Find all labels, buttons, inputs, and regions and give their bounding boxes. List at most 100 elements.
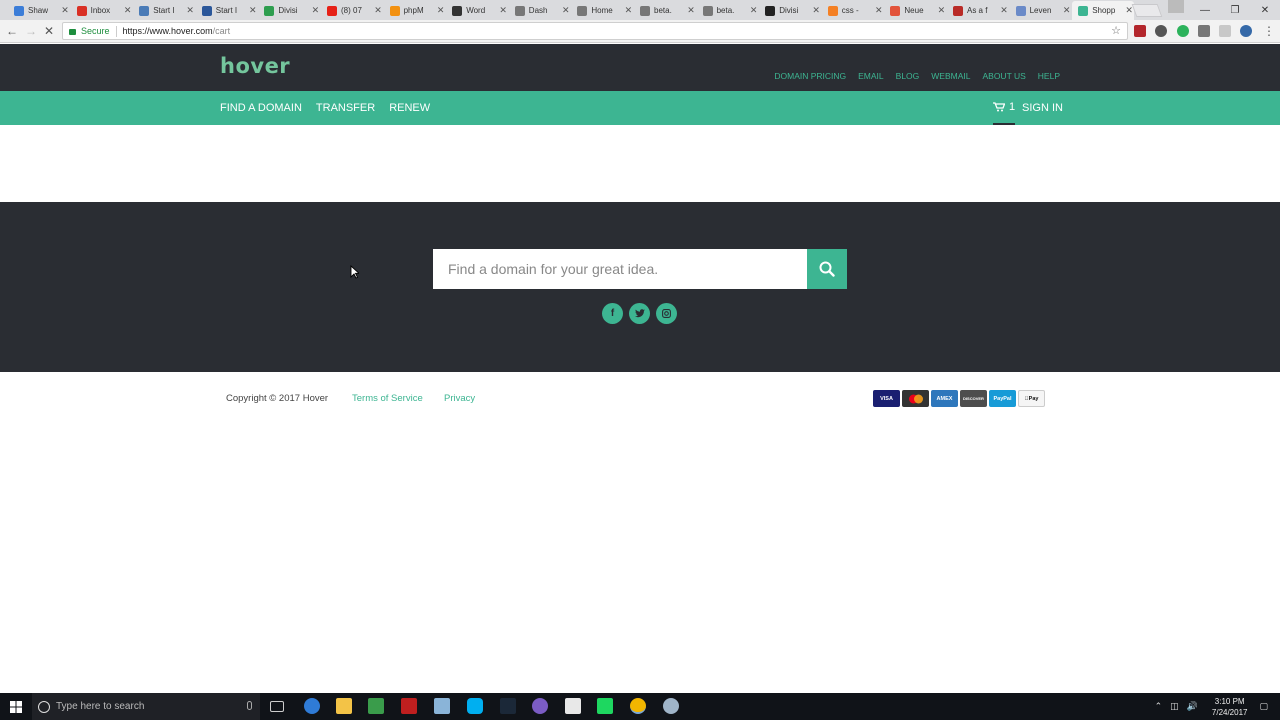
mail-icon[interactable] <box>565 698 581 714</box>
tab-close-icon[interactable]: ✕ <box>436 5 446 16</box>
forward-arrow-icon[interactable]: → <box>24 24 38 38</box>
nav-transfer[interactable]: TRANSFER <box>316 102 375 114</box>
tab-title: (8) 07 <box>341 6 362 15</box>
facebook-icon[interactable]: f <box>602 303 623 324</box>
windows-start-button[interactable] <box>0 693 32 720</box>
link-webmail[interactable]: WEBMAIL <box>931 71 970 81</box>
browser-tab[interactable]: Word ✕ <box>446 1 508 20</box>
browser-tab[interactable]: Shaw ✕ <box>8 1 70 20</box>
extension-gear-icon[interactable] <box>1155 25 1167 37</box>
tab-close-icon[interactable]: ✕ <box>310 5 320 16</box>
close-window-icon[interactable]: ✕ <box>1250 0 1280 20</box>
profile-icon[interactable] <box>1168 0 1184 13</box>
spotify-icon[interactable] <box>597 698 613 714</box>
link-about-us[interactable]: ABOUT US <box>982 71 1025 81</box>
browser-tab[interactable]: Leven ✕ <box>1010 1 1072 20</box>
app-icon-globe[interactable] <box>663 698 679 714</box>
app-icon-purple[interactable] <box>532 698 548 714</box>
notepad-plus-icon[interactable] <box>368 698 384 714</box>
browser-tab[interactable]: phpM ✕ <box>384 1 446 20</box>
tab-close-icon[interactable]: ✕ <box>686 5 696 16</box>
browser-tab[interactable]: Inbox ✕ <box>71 1 133 20</box>
tab-close-icon[interactable]: ✕ <box>373 5 383 16</box>
browser-tab[interactable]: As a f ✕ <box>947 1 1009 20</box>
tab-close-icon[interactable]: ✕ <box>999 5 1009 16</box>
browser-tab[interactable]: css - ✕ <box>822 1 884 20</box>
browser-tab[interactable]: beta. ✕ <box>697 1 759 20</box>
browser-tab[interactable]: Start I ✕ <box>133 1 195 20</box>
restore-icon[interactable]: ❐ <box>1220 0 1250 20</box>
browser-tab[interactable]: Home ✕ <box>571 1 633 20</box>
link-blog[interactable]: BLOG <box>896 71 920 81</box>
tab-title: Shopp <box>1092 6 1116 15</box>
address-bar[interactable]: Secure https://www.hover.com/cart ☆ <box>62 22 1128 40</box>
extension-eyedropper-icon[interactable] <box>1198 25 1210 37</box>
filezilla-icon[interactable] <box>401 698 417 714</box>
steam-icon[interactable] <box>500 698 516 714</box>
tab-close-icon[interactable]: ✕ <box>749 5 759 16</box>
microphone-icon[interactable] <box>247 701 252 710</box>
browser-tab[interactable]: Divisi ✕ <box>759 1 821 20</box>
search-button[interactable] <box>807 249 847 289</box>
taskbar-search-placeholder: Type here to search <box>56 701 145 712</box>
tab-favicon-icon <box>702 5 713 16</box>
skype-icon[interactable] <box>467 698 483 714</box>
bookmark-star-icon[interactable]: ☆ <box>1111 24 1121 37</box>
nav-renew[interactable]: RENEW <box>389 102 430 114</box>
action-center-icon[interactable]: ▢ <box>1259 701 1268 712</box>
stop-loading-icon[interactable]: ✕ <box>42 24 56 38</box>
browser-tab[interactable]: beta. ✕ <box>634 1 696 20</box>
browser-tab[interactable]: Shopp ✕ <box>1072 1 1135 20</box>
link-email[interactable]: EMAIL <box>858 71 884 81</box>
extension-generic-icon[interactable] <box>1219 25 1231 37</box>
tab-close-icon[interactable]: ✕ <box>1062 5 1072 16</box>
chrome-menu-icon[interactable]: ⋮ <box>1262 24 1276 38</box>
new-tab-button[interactable] <box>1131 4 1163 17</box>
browser-tab[interactable]: Divisi ✕ <box>258 1 320 20</box>
extension-grammarly-icon[interactable] <box>1177 25 1189 37</box>
edge-icon[interactable] <box>304 698 320 714</box>
tab-close-icon[interactable]: ✕ <box>185 5 195 16</box>
twitter-icon[interactable] <box>629 303 650 324</box>
tab-close-icon[interactable]: ✕ <box>498 5 508 16</box>
terms-of-service-link[interactable]: Terms of Service <box>352 393 423 404</box>
extension-shield-icon[interactable] <box>1134 25 1146 37</box>
show-hidden-icons-icon[interactable]: ⌃ <box>1155 701 1163 712</box>
file-explorer-icon[interactable] <box>336 698 352 714</box>
tab-close-icon[interactable]: ✕ <box>561 5 571 16</box>
tab-close-icon[interactable]: ✕ <box>811 5 821 16</box>
instagram-icon[interactable] <box>656 303 677 324</box>
browser-tab[interactable]: Neue ✕ <box>884 1 946 20</box>
network-icon[interactable]: ◫ <box>1170 701 1179 712</box>
sign-in-link[interactable]: SIGN IN <box>1022 91 1063 125</box>
chrome-icon[interactable] <box>630 698 646 714</box>
extension-avatar-icon[interactable] <box>1240 25 1252 37</box>
browser-tab[interactable]: (8) 07 ✕ <box>321 1 383 20</box>
nav-find-a-domain[interactable]: FIND A DOMAIN <box>220 102 302 114</box>
tab-close-icon[interactable]: ✕ <box>248 5 258 16</box>
link-domain-pricing[interactable]: DOMAIN PRICING <box>774 71 846 81</box>
task-view-icon[interactable] <box>270 701 284 712</box>
taskbar-search-box[interactable]: Type here to search <box>32 693 260 720</box>
windows-logo-icon <box>10 700 22 713</box>
back-arrow-icon[interactable]: ← <box>5 24 19 38</box>
browser-tab[interactable]: Start I ✕ <box>196 1 258 20</box>
system-clock[interactable]: 3:10 PM 7/24/2017 <box>1212 696 1248 718</box>
privacy-link[interactable]: Privacy <box>444 393 475 404</box>
hover-logo[interactable]: hover <box>220 54 290 78</box>
secure-label: Secure <box>81 26 110 36</box>
tab-close-icon[interactable]: ✕ <box>60 5 70 16</box>
browser-tab[interactable]: Dash ✕ <box>509 1 571 20</box>
cart-link[interactable]: 1 <box>993 91 1016 125</box>
app-icon-blue[interactable] <box>434 698 450 714</box>
tab-title: Start I <box>215 6 238 15</box>
tab-close-icon[interactable]: ✕ <box>123 5 133 16</box>
tab-close-icon[interactable]: ✕ <box>623 5 633 16</box>
volume-icon[interactable]: 🔊 <box>1187 701 1198 712</box>
link-help[interactable]: HELP <box>1038 71 1060 81</box>
tab-favicon-icon <box>14 5 24 16</box>
minimize-icon[interactable]: — <box>1190 0 1220 20</box>
domain-search-input[interactable] <box>433 249 807 289</box>
tab-close-icon[interactable]: ✕ <box>874 5 884 16</box>
tab-close-icon[interactable]: ✕ <box>936 5 946 16</box>
